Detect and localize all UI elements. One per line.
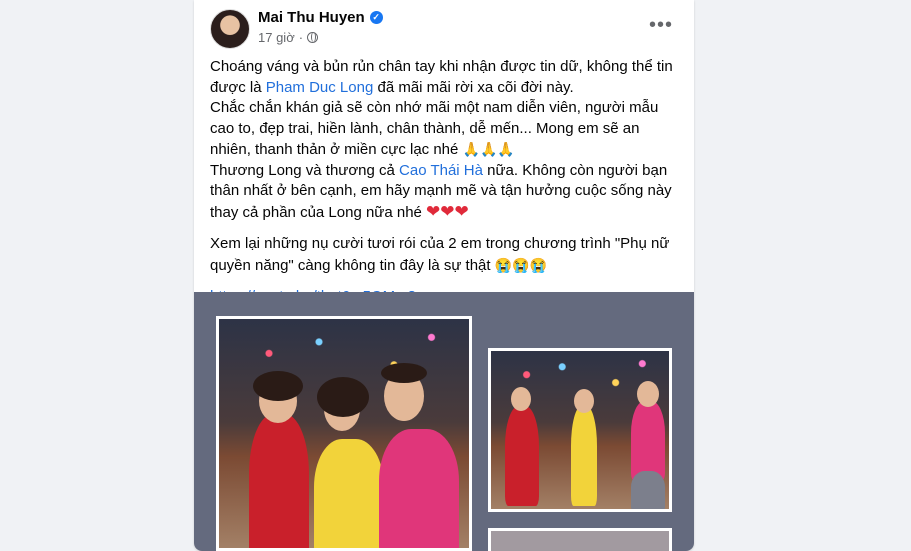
crying-face-emoji: 😭😭😭 — [494, 256, 548, 273]
post-header: Mai Thu Huyen ✓ 17 giờ · ••• — [194, 0, 694, 56]
post-paragraph-4: Xem lại những nụ cười tươi rói của 2 em … — [210, 234, 680, 276]
post-media-gallery — [194, 292, 694, 551]
text-segment: Xem lại những nụ cười tươi rói của 2 em … — [210, 235, 670, 274]
text-segment: đã mãi mãi rời xa cõi đời này. — [373, 78, 574, 96]
feed-post: Mai Thu Huyen ✓ 17 giờ · ••• Choáng váng… — [194, 0, 694, 551]
meta-separator: · — [298, 30, 304, 45]
photo-tertiary[interactable] — [488, 528, 672, 551]
globe-icon[interactable] — [307, 32, 319, 43]
post-paragraph-1: Choáng váng và bủn rủn chân tay khi nhận… — [210, 57, 680, 98]
author-name[interactable]: Mai Thu Huyen — [258, 9, 365, 26]
heart-emoji: ❤❤❤ — [426, 201, 469, 221]
post-meta: 17 giờ · — [258, 30, 319, 45]
post-body: Choáng váng và bủn rủn chân tay khi nhận… — [210, 57, 680, 308]
post-timestamp[interactable]: 17 giờ — [258, 30, 295, 45]
text-segment: Chắc chắn khán giả sẽ còn nhớ mãi một na… — [210, 99, 659, 158]
post-paragraph-3: Thương Long và thương cả Cao Thái Hà nữa… — [210, 161, 680, 224]
praying-hands-emoji: 🙏🙏🙏 — [462, 141, 515, 157]
photo-secondary[interactable] — [488, 348, 672, 512]
post-paragraph-2: Chắc chắn khán giả sẽ còn nhớ mãi một na… — [210, 98, 680, 161]
verified-badge-icon: ✓ — [369, 11, 383, 24]
mention-pham-duc-long[interactable]: Pham Duc Long — [266, 79, 374, 96]
text-segment: Thương Long và thương cả — [210, 161, 400, 179]
author-avatar[interactable] — [210, 9, 250, 49]
photo-main[interactable] — [216, 316, 472, 551]
author-name-row: Mai Thu Huyen ✓ — [258, 9, 383, 26]
mention-cao-thai-ha[interactable]: Cao Thái Hà — [399, 162, 483, 179]
more-options-icon[interactable]: ••• — [646, 12, 676, 42]
